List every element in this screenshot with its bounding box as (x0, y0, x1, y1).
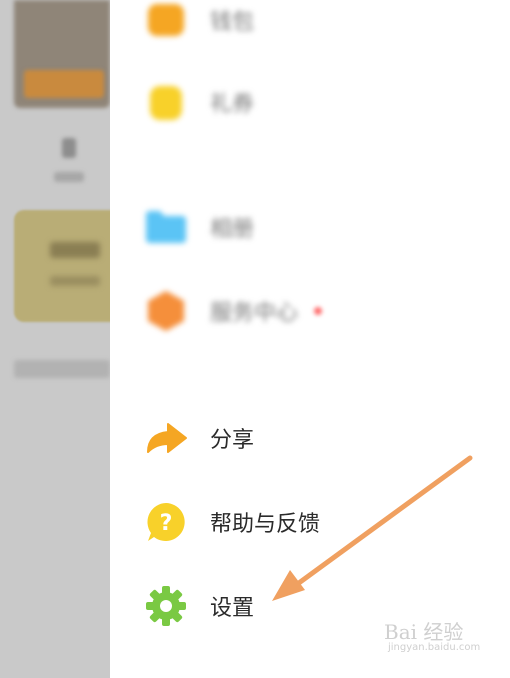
coupon-icon (144, 80, 188, 124)
background-card (14, 210, 110, 322)
menu-item-coupon[interactable]: 礼券 (110, 72, 510, 132)
background-icon (62, 138, 76, 158)
menu-item-label: 分享 (210, 428, 255, 453)
gear-icon (144, 584, 188, 628)
side-drawer-menu: 钱包 礼券 相册 服务中心 分享 ? 帮助与反馈 设置 (110, 0, 510, 678)
watermark: Bai 经验 jingyan.baidu.com (384, 614, 484, 658)
background-text-strip (14, 360, 110, 378)
menu-item-label: 服务中心 (210, 301, 299, 326)
menu-item-label: 礼券 (210, 92, 255, 117)
service-icon (144, 289, 188, 333)
menu-item-service-center[interactable]: 服务中心 (110, 281, 510, 341)
wallet-icon (144, 0, 188, 42)
menu-item-help-feedback[interactable]: ? 帮助与反馈 (110, 492, 510, 552)
menu-item-album[interactable]: 相册 (110, 197, 510, 257)
share-arrow-icon (144, 416, 188, 460)
background-app-overlay[interactable] (0, 0, 110, 678)
background-card-subtitle (50, 276, 100, 286)
menu-item-label: 钱包 (210, 10, 255, 35)
background-card-title (50, 242, 100, 258)
background-avatar-badge (24, 70, 104, 98)
menu-item-label: 帮助与反馈 (210, 512, 321, 537)
menu-item-share[interactable]: 分享 (110, 408, 510, 468)
menu-item-label: 设置 (210, 596, 255, 621)
watermark-subtext: jingyan.baidu.com (388, 642, 481, 653)
svg-text:?: ? (160, 511, 173, 536)
menu-item-wallet[interactable]: 钱包 (110, 0, 510, 50)
background-label (54, 172, 84, 182)
menu-item-label: 相册 (210, 217, 255, 242)
notification-dot (314, 307, 322, 315)
folder-icon (144, 205, 188, 249)
watermark-text: Bai 经验 (384, 620, 464, 644)
help-question-icon: ? (144, 500, 188, 544)
